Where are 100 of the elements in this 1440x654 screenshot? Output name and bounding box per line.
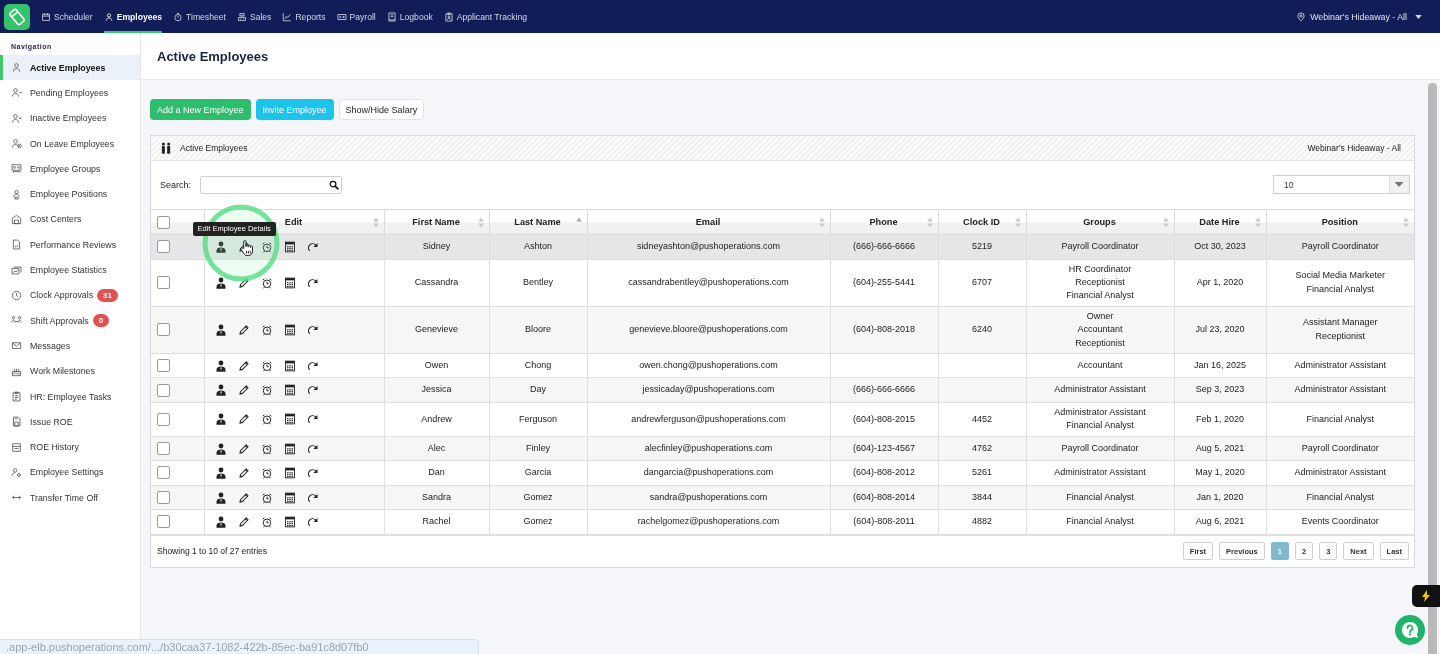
column-header[interactable]: Position (1266, 209, 1414, 235)
scrollbar-thumb[interactable] (1428, 83, 1437, 654)
alarm-clock-icon[interactable] (260, 467, 273, 479)
person-icon[interactable] (214, 384, 227, 397)
sidebar-item[interactable]: Employee Positions (0, 181, 140, 207)
sidebar-item[interactable]: Messages (0, 333, 140, 359)
redo-arrow-icon[interactable] (306, 516, 319, 528)
location-selector[interactable]: Webinar's Hideaway - All (1296, 11, 1422, 22)
calendar-icon[interactable] (283, 240, 296, 253)
pencil-icon[interactable] (237, 323, 250, 336)
alarm-clock-icon[interactable] (260, 516, 273, 528)
toggle-button[interactable]: Show/Hide Salary (338, 99, 425, 120)
nav-tab[interactable]: Logbook (386, 0, 433, 33)
column-header[interactable]: Last Name (489, 209, 587, 235)
column-header[interactable]: Date Hire (1174, 209, 1266, 235)
column-header[interactable]: Groups (1026, 209, 1174, 235)
pencil-icon[interactable] (237, 442, 250, 455)
person-icon[interactable] (214, 442, 227, 455)
row-checkbox[interactable] (157, 383, 170, 397)
row-checkbox[interactable] (157, 276, 170, 290)
row-checkbox[interactable] (157, 466, 170, 480)
row-checkbox[interactable] (157, 441, 170, 455)
calendar-icon[interactable] (283, 442, 296, 455)
person-icon[interactable] (214, 276, 227, 289)
help-chat-button[interactable] (1395, 615, 1425, 645)
calendar-icon[interactable] (283, 359, 296, 372)
calendar-icon[interactable] (283, 467, 296, 479)
redo-arrow-icon[interactable] (306, 276, 319, 289)
nav-tab[interactable]: Sales (236, 0, 272, 33)
select-all-checkbox[interactable] (157, 215, 170, 229)
calendar-icon[interactable] (283, 413, 296, 426)
sidebar-item[interactable]: Performance Reviews (0, 232, 140, 258)
pencil-icon[interactable] (237, 359, 250, 372)
sidebar-item[interactable]: Active Employees (0, 55, 140, 81)
row-checkbox[interactable] (157, 240, 170, 254)
column-header[interactable]: Clock ID (938, 209, 1026, 235)
redo-arrow-icon[interactable] (306, 240, 319, 253)
person-icon[interactable] (214, 323, 227, 336)
alarm-clock-icon[interactable] (260, 384, 273, 397)
quick-action-button[interactable] (1412, 585, 1440, 607)
sidebar-item[interactable]: Inactive Employees (0, 105, 140, 131)
sidebar-item[interactable]: Employee Groups (0, 156, 140, 182)
row-checkbox[interactable] (157, 359, 170, 373)
calendar-icon[interactable] (283, 491, 296, 504)
sidebar-item[interactable]: Pending Employees (0, 80, 140, 106)
column-header[interactable]: Phone (830, 209, 938, 235)
sidebar-item[interactable]: Cost Centers (0, 206, 140, 233)
pencil-icon[interactable] (237, 491, 250, 504)
column-header[interactable]: Email (587, 209, 830, 235)
pencil-icon[interactable] (237, 516, 250, 528)
alarm-clock-icon[interactable] (260, 359, 273, 372)
alarm-clock-icon[interactable] (260, 442, 273, 455)
sidebar-item[interactable]: Issue ROE (0, 409, 140, 435)
calendar-icon[interactable] (283, 276, 296, 289)
pencil-icon[interactable] (237, 413, 250, 426)
pencil-icon[interactable] (237, 384, 250, 397)
alarm-clock-icon[interactable] (260, 413, 273, 426)
page-size-select[interactable]: 10 (1273, 175, 1410, 194)
sidebar-item[interactable]: On Leave Employees (0, 130, 140, 157)
sidebar-item[interactable]: Work Milestones (0, 358, 140, 384)
person-icon[interactable] (214, 413, 227, 426)
redo-arrow-icon[interactable] (306, 359, 319, 372)
logo-icon[interactable] (4, 3, 30, 30)
search-field[interactable] (200, 175, 343, 194)
nav-tab[interactable]: Applicant Tracking (443, 0, 527, 33)
person-icon[interactable] (214, 240, 227, 253)
person-icon[interactable] (214, 516, 227, 528)
sidebar-item[interactable]: Employee Statistics (0, 257, 140, 283)
calendar-icon[interactable] (283, 323, 296, 336)
pencil-icon[interactable] (237, 276, 250, 289)
row-checkbox[interactable] (157, 515, 170, 529)
person-icon[interactable] (214, 467, 227, 479)
alarm-clock-icon[interactable] (260, 240, 273, 253)
alarm-clock-icon[interactable] (260, 276, 273, 289)
redo-arrow-icon[interactable] (306, 467, 319, 479)
calendar-icon[interactable] (283, 516, 296, 528)
row-checkbox[interactable] (157, 490, 170, 504)
sidebar-item[interactable]: Shift Approvals 0 (0, 307, 140, 334)
redo-arrow-icon[interactable] (306, 384, 319, 397)
person-icon[interactable] (214, 491, 227, 504)
sidebar-item[interactable]: Employee Settings (0, 459, 140, 486)
person-icon[interactable] (214, 359, 227, 372)
redo-arrow-icon[interactable] (306, 491, 319, 504)
pencil-icon[interactable] (237, 467, 250, 479)
nav-tab[interactable]: Scheduler (41, 0, 93, 33)
row-checkbox[interactable] (157, 323, 170, 337)
nav-tab[interactable]: Timesheet (173, 0, 226, 33)
alarm-clock-icon[interactable] (260, 491, 273, 504)
sidebar-item[interactable]: Transfer Time Off (0, 485, 140, 511)
alarm-clock-icon[interactable] (260, 323, 273, 336)
sidebar-item[interactable]: Clock Approvals 31 (0, 282, 140, 308)
redo-arrow-icon[interactable] (306, 442, 319, 455)
sidebar-item[interactable]: HR: Employee Tasks (0, 383, 140, 410)
redo-arrow-icon[interactable] (306, 413, 319, 426)
row-checkbox[interactable] (157, 412, 170, 426)
sidebar-item[interactable]: ROE History (0, 434, 140, 460)
column-header[interactable]: First Name (384, 209, 489, 235)
redo-arrow-icon[interactable] (306, 323, 319, 336)
pencil-icon[interactable] (237, 240, 250, 253)
nav-tab[interactable]: Reports (282, 0, 326, 33)
